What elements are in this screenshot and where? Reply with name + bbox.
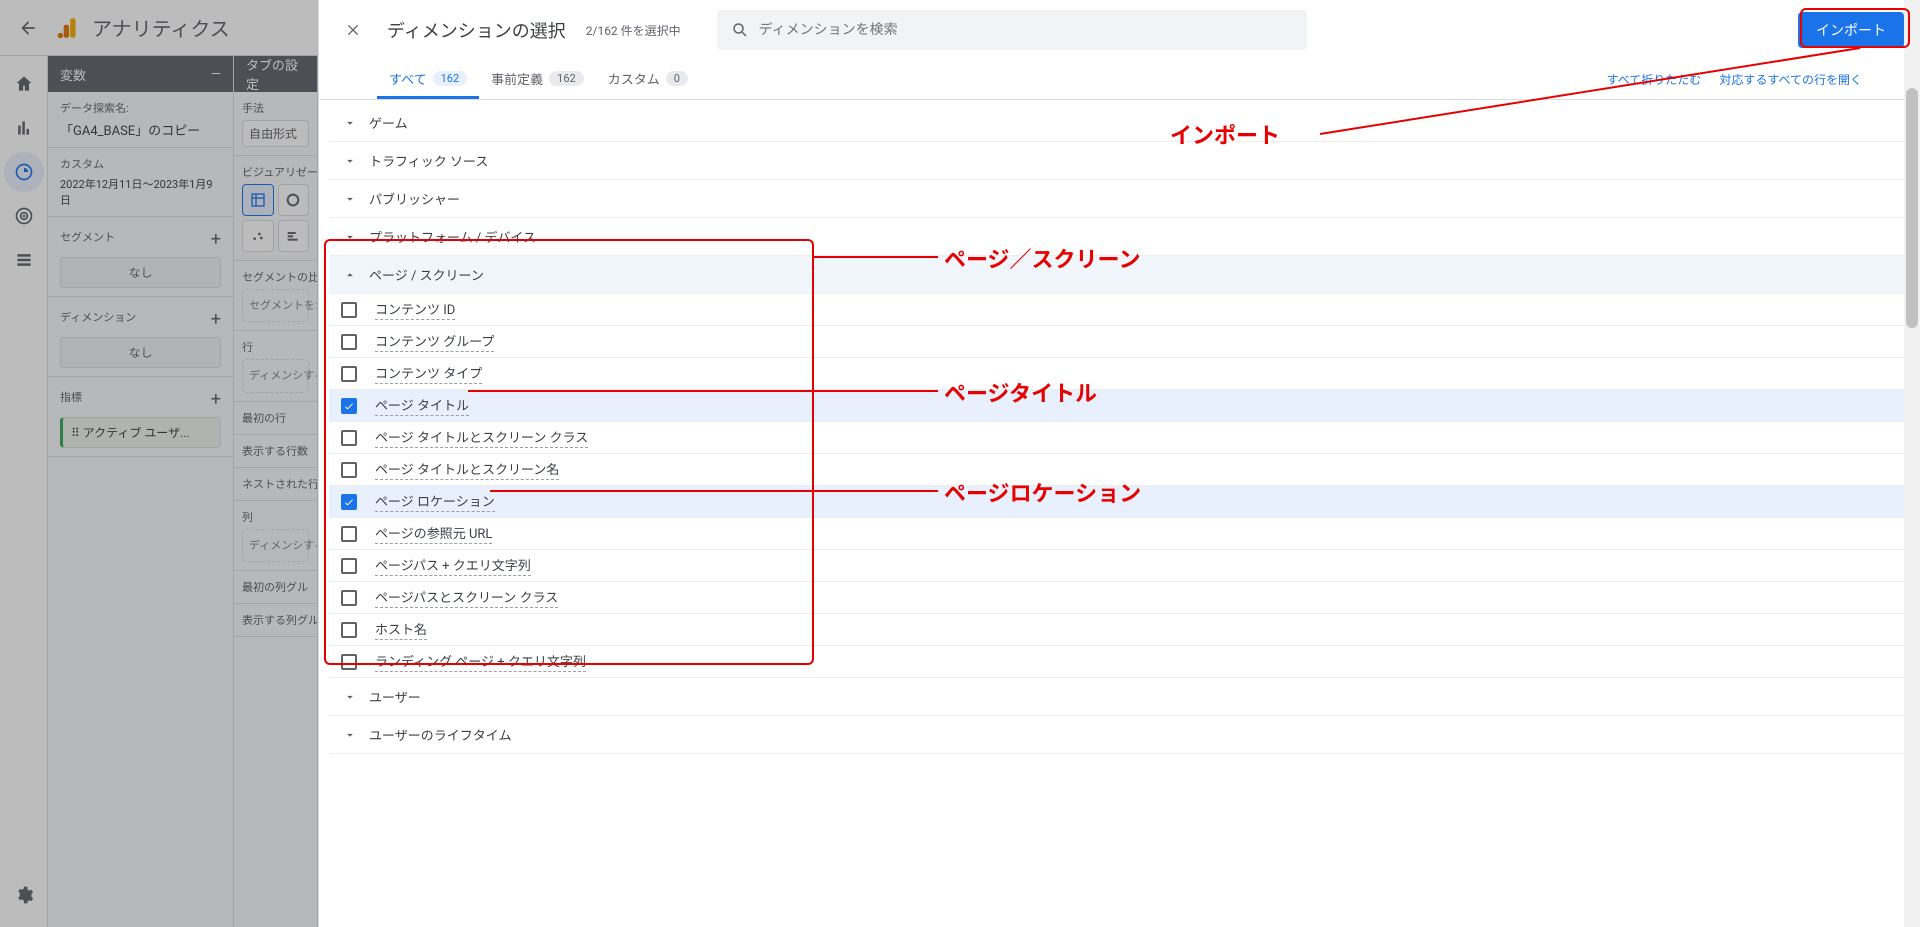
dimension-item[interactable]: ホスト名 [329,614,1910,646]
chevron-down-icon [339,116,361,130]
scrollbar-thumb[interactable] [1906,88,1918,328]
checkbox[interactable] [341,558,357,574]
chevron-down-icon [339,728,361,742]
search-box[interactable] [717,10,1307,50]
checkbox[interactable] [341,590,357,606]
modal-selection-count: 2/162 件を選択中 [586,22,681,39]
dimension-item-label: ページ タイトルとスクリーン名 [375,459,559,480]
dimension-item-label: ページ ロケーション [375,491,495,512]
dimension-item[interactable]: コンテンツ グループ [329,326,1910,358]
checkbox[interactable] [341,494,357,510]
dimension-item[interactable]: ページ タイトルとスクリーン クラス [329,422,1910,454]
dimension-item-label: ページパスとスクリーン クラス [375,587,558,608]
close-icon [345,22,361,38]
collapse-all-link[interactable]: すべて折りたたむ [1607,71,1702,88]
tab-all-label: すべて [389,69,427,88]
dimension-item[interactable]: ページ タイトル [329,390,1910,422]
dimension-item[interactable]: ページパス + クエリ文字列 [329,550,1910,582]
group-label: トラフィック ソース [369,151,488,170]
checkbox[interactable] [341,622,357,638]
tab-custom[interactable]: カスタム 0 [596,60,700,99]
import-button[interactable]: インポート [1798,12,1904,48]
dimension-item[interactable]: ページ タイトルとスクリーン名 [329,454,1910,486]
dimension-group[interactable]: ユーザー [329,678,1910,716]
group-label: ゲーム [369,113,408,132]
checkbox[interactable] [341,654,357,670]
scrollbar[interactable] [1904,0,1920,927]
checkbox[interactable] [341,366,357,382]
checkbox[interactable] [341,398,357,414]
dimension-group[interactable]: トラフィック ソース [329,142,1910,180]
chevron-down-icon [339,690,361,704]
dimension-item[interactable]: ページの参照元 URL [329,518,1910,550]
tab-all-count: 162 [433,71,468,86]
dimension-item-label: ホスト名 [375,619,427,640]
dimension-picker-modal: ディメンションの選択 2/162 件を選択中 インポート すべて 162 事前定… [318,0,1920,927]
dimension-item[interactable]: ページ ロケーション [329,486,1910,518]
checkbox[interactable] [341,302,357,318]
dimension-group-open[interactable]: ページ / スクリーン [329,256,1910,294]
chevron-down-icon [339,154,361,168]
group-label: ユーザーのライフタイム [369,725,511,744]
tab-custom-label: カスタム [608,69,660,88]
dimension-group[interactable]: プラットフォーム / デバイス [329,218,1910,256]
dimension-item[interactable]: ページパスとスクリーン クラス [329,582,1910,614]
dimension-group[interactable]: ゲーム [329,104,1910,142]
dimension-list[interactable]: ゲームトラフィック ソースパブリッシャープラットフォーム / デバイスページ /… [319,100,1920,927]
dimension-item-label: ページ タイトルとスクリーン クラス [375,427,588,448]
group-label: プラットフォーム / デバイス [369,227,536,246]
dimension-item[interactable]: コンテンツ タイプ [329,358,1910,390]
dimension-item-label: ページパス + クエリ文字列 [375,555,531,576]
modal-title: ディメンションの選択 [387,17,566,43]
dimension-item[interactable]: ランディング ページ + クエリ文字列 [329,646,1910,678]
search-input[interactable] [759,22,1293,38]
close-button[interactable] [335,12,371,48]
dimension-item[interactable]: コンテンツ ID [329,294,1910,326]
tab-predefined-count: 162 [549,71,584,86]
tab-predefined[interactable]: 事前定義 162 [479,60,596,99]
chevron-down-icon [339,192,361,206]
dimension-item-label: コンテンツ グループ [375,331,494,352]
checkbox[interactable] [341,430,357,446]
chevron-down-icon [339,230,361,244]
dimension-item-label: ページ タイトル [375,395,469,416]
search-icon [731,21,749,39]
checkbox[interactable] [341,462,357,478]
dimension-group[interactable]: パブリッシャー [329,180,1910,218]
tab-custom-count: 0 [666,71,688,86]
group-label: パブリッシャー [369,189,460,208]
expand-all-link[interactable]: 対応するすべての行を開く [1719,71,1862,88]
dimension-group[interactable]: ユーザーのライフタイム [329,716,1910,754]
dimension-item-label: ページの参照元 URL [375,523,492,544]
tab-predefined-label: 事前定義 [491,69,543,88]
checkbox[interactable] [341,526,357,542]
chevron-up-icon [339,268,361,282]
checkbox[interactable] [341,334,357,350]
group-label: ユーザー [369,687,421,706]
tab-all[interactable]: すべて 162 [377,60,479,99]
dimension-item-label: コンテンツ タイプ [375,363,482,384]
group-label: ページ / スクリーン [369,265,484,284]
dimension-item-label: コンテンツ ID [375,299,455,320]
dimension-item-label: ランディング ページ + クエリ文字列 [375,651,586,672]
